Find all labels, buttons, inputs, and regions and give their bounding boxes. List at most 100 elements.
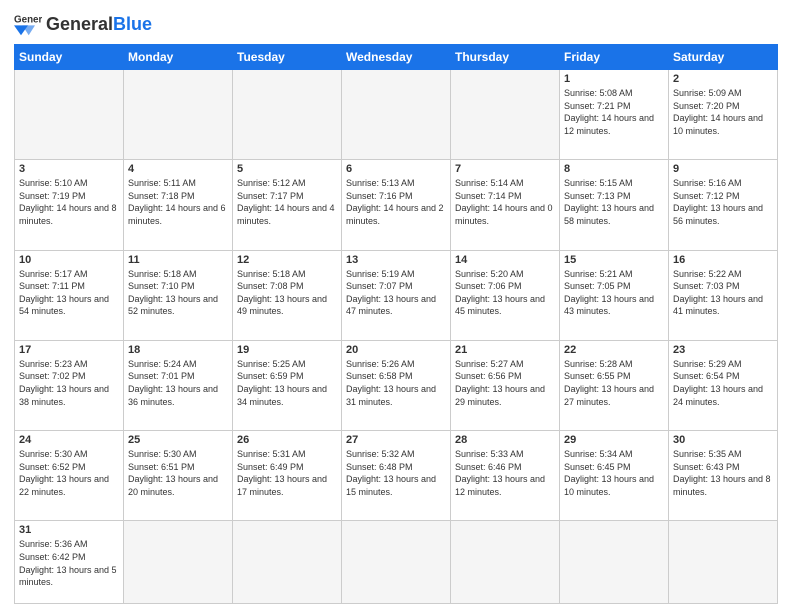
calendar-cell: 16Sunrise: 5:22 AM Sunset: 7:03 PM Dayli…	[669, 250, 778, 340]
day-number: 15	[564, 254, 664, 266]
header-saturday: Saturday	[669, 45, 778, 70]
calendar-cell: 9 Sunrise: 5:16 AM Sunset: 7:12 PM Daylig…	[669, 160, 778, 250]
header-thursday: Thursday	[451, 45, 560, 70]
calendar-cell	[560, 521, 669, 604]
day-number: 3	[19, 163, 119, 175]
calendar-cell: 7Sunrise: 5:14 AM Sunset: 7:14 PM Daylig…	[451, 160, 560, 250]
calendar-cell	[342, 521, 451, 604]
day-number: 29	[564, 434, 664, 446]
day-number: 21	[455, 344, 555, 356]
day-number: 11	[128, 254, 228, 266]
calendar-cell	[15, 70, 124, 160]
calendar-cell: 26 Sunrise: 5:31 AM Sunset: 6:49 PM Dayli…	[233, 431, 342, 521]
calendar-table: Sunday Monday Tuesday Wednesday Thursday…	[14, 44, 778, 604]
day-number: 12	[237, 254, 337, 266]
calendar-cell	[124, 70, 233, 160]
calendar-cell: 15 Sunrise: 5:21 AM Sunset: 7:05 PM Dayli…	[560, 250, 669, 340]
calendar-cell: 31Sunrise: 5:36 AM Sunset: 6:42 PM Dayli…	[15, 521, 124, 604]
calendar-cell	[669, 521, 778, 604]
day-number: 14	[455, 254, 555, 266]
calendar-cell	[451, 70, 560, 160]
calendar-cell: 4 Sunrise: 5:11 AM Sunset: 7:18 PM Daylig…	[124, 160, 233, 250]
day-number: 27	[346, 434, 446, 446]
day-info: Sunrise: 5:09 AM Sunset: 7:20 PM Dayligh…	[673, 87, 773, 137]
calendar-cell	[233, 70, 342, 160]
day-info: Sunrise: 5:21 AM Sunset: 7:05 PM Dayligh…	[564, 268, 664, 318]
day-number: 1	[564, 73, 664, 85]
day-number: 23	[673, 344, 773, 356]
day-number: 10	[19, 254, 119, 266]
calendar-cell: 28 Sunrise: 5:33 AM Sunset: 6:46 PM Dayli…	[451, 431, 560, 521]
day-info: Sunrise: 5:20 AM Sunset: 7:06 PM Dayligh…	[455, 268, 555, 318]
day-info: Sunrise: 5:29 AM Sunset: 6:54 PM Dayligh…	[673, 358, 773, 408]
day-number: 26	[237, 434, 337, 446]
calendar-cell: 13 Sunrise: 5:19 AM Sunset: 7:07 PM Dayli…	[342, 250, 451, 340]
day-info: Sunrise: 5:30 AM Sunset: 6:51 PM Dayligh…	[128, 448, 228, 498]
day-info: Sunrise: 5:18 AM Sunset: 7:08 PM Dayligh…	[237, 268, 337, 318]
day-info: Sunrise: 5:28 AM Sunset: 6:55 PM Dayligh…	[564, 358, 664, 408]
header: General GeneralBlue	[14, 10, 778, 38]
calendar-cell: 23 Sunrise: 5:29 AM Sunset: 6:54 PM Dayli…	[669, 340, 778, 430]
day-info: Sunrise: 5:17 AM Sunset: 7:11 PM Dayligh…	[19, 268, 119, 318]
calendar-cell: 5 Sunrise: 5:12 AM Sunset: 7:17 PM Daylig…	[233, 160, 342, 250]
day-number: 17	[19, 344, 119, 356]
day-info: Sunrise: 5:12 AM Sunset: 7:17 PM Dayligh…	[237, 177, 337, 227]
calendar-cell: 2 Sunrise: 5:09 AM Sunset: 7:20 PM Daylig…	[669, 70, 778, 160]
day-number: 28	[455, 434, 555, 446]
generalblue-logo-icon: General	[14, 10, 42, 38]
svg-text:General: General	[14, 15, 42, 26]
weekday-header-row: Sunday Monday Tuesday Wednesday Thursday…	[15, 45, 778, 70]
day-info: Sunrise: 5:23 AM Sunset: 7:02 PM Dayligh…	[19, 358, 119, 408]
header-friday: Friday	[560, 45, 669, 70]
day-info: Sunrise: 5:36 AM Sunset: 6:42 PM Dayligh…	[19, 538, 119, 588]
calendar-cell: 29 Sunrise: 5:34 AM Sunset: 6:45 PM Dayli…	[560, 431, 669, 521]
day-info: Sunrise: 5:16 AM Sunset: 7:12 PM Dayligh…	[673, 177, 773, 227]
header-tuesday: Tuesday	[233, 45, 342, 70]
calendar-cell: 8Sunrise: 5:15 AM Sunset: 7:13 PM Daylig…	[560, 160, 669, 250]
day-info: Sunrise: 5:10 AM Sunset: 7:19 PM Dayligh…	[19, 177, 119, 227]
day-info: Sunrise: 5:11 AM Sunset: 7:18 PM Dayligh…	[128, 177, 228, 227]
day-info: Sunrise: 5:08 AM Sunset: 7:21 PM Dayligh…	[564, 87, 664, 137]
day-info: Sunrise: 5:27 AM Sunset: 6:56 PM Dayligh…	[455, 358, 555, 408]
day-info: Sunrise: 5:31 AM Sunset: 6:49 PM Dayligh…	[237, 448, 337, 498]
calendar-cell: 25Sunrise: 5:30 AM Sunset: 6:51 PM Dayli…	[124, 431, 233, 521]
day-info: Sunrise: 5:25 AM Sunset: 6:59 PM Dayligh…	[237, 358, 337, 408]
day-info: Sunrise: 5:34 AM Sunset: 6:45 PM Dayligh…	[564, 448, 664, 498]
day-number: 2	[673, 73, 773, 85]
calendar-cell	[342, 70, 451, 160]
calendar-cell: 3 Sunrise: 5:10 AM Sunset: 7:19 PM Daylig…	[15, 160, 124, 250]
day-info: Sunrise: 5:32 AM Sunset: 6:48 PM Dayligh…	[346, 448, 446, 498]
calendar-cell: 21 Sunrise: 5:27 AM Sunset: 6:56 PM Dayli…	[451, 340, 560, 430]
calendar-cell: 30Sunrise: 5:35 AM Sunset: 6:43 PM Dayli…	[669, 431, 778, 521]
day-number: 30	[673, 434, 773, 446]
calendar-cell: 17 Sunrise: 5:23 AM Sunset: 7:02 PM Dayli…	[15, 340, 124, 430]
day-info: Sunrise: 5:30 AM Sunset: 6:52 PM Dayligh…	[19, 448, 119, 498]
day-number: 24	[19, 434, 119, 446]
day-number: 13	[346, 254, 446, 266]
day-info: Sunrise: 5:15 AM Sunset: 7:13 PM Dayligh…	[564, 177, 664, 227]
calendar-cell: 24 Sunrise: 5:30 AM Sunset: 6:52 PM Dayli…	[15, 431, 124, 521]
calendar-cell: 6Sunrise: 5:13 AM Sunset: 7:16 PM Daylig…	[342, 160, 451, 250]
header-monday: Monday	[124, 45, 233, 70]
calendar-cell: 14 Sunrise: 5:20 AM Sunset: 7:06 PM Dayli…	[451, 250, 560, 340]
day-info: Sunrise: 5:19 AM Sunset: 7:07 PM Dayligh…	[346, 268, 446, 318]
day-number: 4	[128, 163, 228, 175]
calendar-cell: 1 Sunrise: 5:08 AM Sunset: 7:21 PM Daylig…	[560, 70, 669, 160]
calendar-cell: 19Sunrise: 5:25 AM Sunset: 6:59 PM Dayli…	[233, 340, 342, 430]
calendar-cell: 18Sunrise: 5:24 AM Sunset: 7:01 PM Dayli…	[124, 340, 233, 430]
page: General GeneralBlue Sunday Monday Tuesda…	[0, 0, 792, 612]
logo-text: GeneralBlue	[46, 15, 152, 33]
day-number: 20	[346, 344, 446, 356]
calendar-cell: 22Sunrise: 5:28 AM Sunset: 6:55 PM Dayli…	[560, 340, 669, 430]
day-info: Sunrise: 5:33 AM Sunset: 6:46 PM Dayligh…	[455, 448, 555, 498]
day-number: 9	[673, 163, 773, 175]
day-info: Sunrise: 5:22 AM Sunset: 7:03 PM Dayligh…	[673, 268, 773, 318]
day-number: 5	[237, 163, 337, 175]
calendar-cell	[124, 521, 233, 604]
calendar-cell: 27 Sunrise: 5:32 AM Sunset: 6:48 PM Dayli…	[342, 431, 451, 521]
day-info: Sunrise: 5:13 AM Sunset: 7:16 PM Dayligh…	[346, 177, 446, 227]
calendar-cell: 20Sunrise: 5:26 AM Sunset: 6:58 PM Dayli…	[342, 340, 451, 430]
calendar-cell	[451, 521, 560, 604]
day-info: Sunrise: 5:18 AM Sunset: 7:10 PM Dayligh…	[128, 268, 228, 318]
calendar-cell: 11 Sunrise: 5:18 AM Sunset: 7:10 PM Dayli…	[124, 250, 233, 340]
